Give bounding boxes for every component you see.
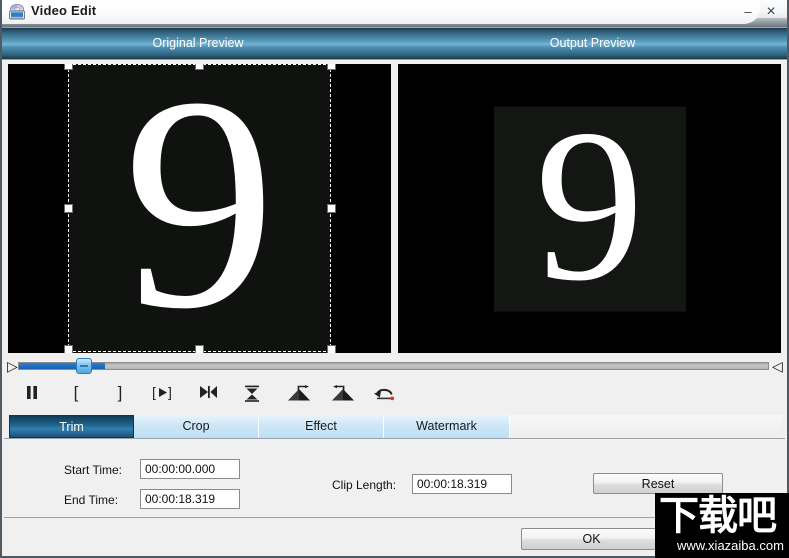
start-time-input[interactable] — [140, 459, 240, 479]
playback-toolbar: [ ] [ ] — [0, 378, 789, 410]
crop-handle-middle-right[interactable] — [327, 204, 336, 213]
clip-length-label: Clip Length: — [332, 478, 397, 492]
pause-button[interactable] — [18, 381, 46, 407]
watermark-url: www.xiazaiba.com — [677, 538, 784, 553]
watermark-text: 下载吧 — [659, 493, 777, 539]
set-end-bracket-button[interactable]: ] — [106, 381, 134, 407]
trim-start-marker[interactable]: ▷ — [7, 357, 18, 375]
cut-end-button[interactable] — [326, 381, 360, 407]
tab-strip-filler — [510, 415, 782, 439]
window-title: Video Edit — [31, 3, 97, 18]
crop-handle-middle-left[interactable] — [64, 204, 73, 213]
undo-button[interactable] — [370, 381, 400, 407]
set-start-bracket-button[interactable]: [ — [62, 381, 90, 407]
cut-start-button[interactable] — [282, 381, 316, 407]
tab-trim[interactable]: Trim — [9, 415, 134, 438]
crop-handle-top-right[interactable] — [327, 64, 336, 70]
original-preview-panel[interactable]: 9 — [8, 64, 391, 353]
end-time-input[interactable] — [140, 489, 240, 509]
play-segment-button[interactable]: [ ] — [150, 381, 178, 407]
seek-slider-track[interactable] — [18, 362, 769, 370]
previous-frame-button[interactable] — [194, 381, 222, 407]
seek-slider-thumb[interactable] — [75, 358, 92, 374]
seek-slider-fill — [19, 363, 106, 369]
crop-handle-top-center[interactable] — [195, 64, 204, 70]
ok-button[interactable]: OK — [521, 528, 662, 550]
tab-effect[interactable]: Effect — [259, 415, 384, 438]
frame-glyph: 9 — [535, 106, 644, 311]
frame-glyph: 9 — [123, 64, 276, 353]
preview-area: 9 9 — [0, 60, 789, 353]
crop-handle-bottom-right[interactable] — [327, 345, 336, 353]
split-button[interactable] — [238, 381, 266, 407]
crop-handle-bottom-center[interactable] — [195, 345, 204, 353]
site-watermark: 下载吧 www.xiazaiba.com — [655, 493, 789, 558]
video-edit-window: Video Edit – × Original Preview Output P… — [0, 0, 789, 558]
editor-tab-strip: Trim Crop Effect Watermark — [0, 412, 789, 439]
clip-length-input[interactable] — [412, 474, 512, 494]
output-preview-panel[interactable]: 9 — [398, 64, 781, 353]
svg-text:]: ] — [168, 385, 172, 400]
video-disc-icon — [8, 4, 26, 20]
title-bar-inner — [0, 0, 760, 24]
close-button[interactable]: × — [762, 3, 780, 21]
seek-bar-row: ▷ ◁ — [0, 355, 789, 377]
end-time-label: End Time: — [64, 493, 119, 507]
output-video-frame: 9 — [493, 106, 686, 311]
reset-button[interactable]: Reset — [593, 473, 723, 494]
start-time-label: Start Time: — [64, 463, 123, 477]
output-preview-label: Output Preview — [549, 36, 636, 50]
title-bar: Video Edit – × — [0, 0, 789, 28]
tab-crop[interactable]: Crop — [134, 415, 259, 438]
preview-header-bar: Original Preview Output Preview — [0, 28, 789, 60]
original-video-frame: 9 — [68, 64, 331, 353]
minimize-button[interactable]: – — [739, 3, 757, 21]
crop-handle-bottom-left[interactable] — [64, 345, 73, 353]
svg-text:[: [ — [152, 385, 156, 400]
original-preview-label: Original Preview — [152, 36, 244, 50]
tab-watermark[interactable]: Watermark — [384, 415, 510, 438]
crop-handle-top-left[interactable] — [64, 64, 73, 70]
trim-end-marker[interactable]: ◁ — [772, 357, 783, 375]
